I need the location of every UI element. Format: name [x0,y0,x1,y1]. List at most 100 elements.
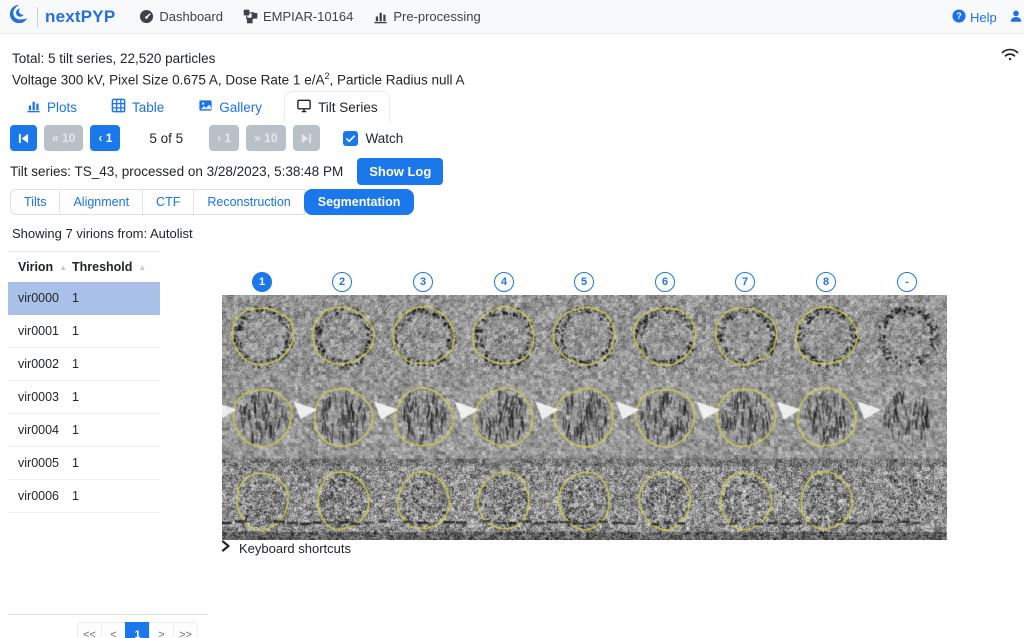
breadcrumb-label: Dashboard [159,9,223,24]
series-position: 5 of 5 [149,131,183,146]
virion-cell: vir0006 [8,489,72,503]
top-navbar: nextPYP Dashboard [0,0,1024,34]
watch-toggle[interactable]: Watch [343,131,404,146]
virion-cell: vir0003 [8,390,72,404]
watch-checkbox[interactable] [343,131,358,146]
dashboard-icon [139,9,154,24]
nextpyp-brand[interactable]: nextPYP [8,3,115,30]
header-label: Threshold [72,260,132,274]
table-footer-divider [8,614,208,615]
back-1-button[interactable]: ‹ 1 [90,125,120,151]
header-label: Virion [18,260,53,274]
breadcrumb-project[interactable]: EMPIAR-10164 [243,9,353,24]
virion-table-header: Virion ▲ Threshold ▲ [8,252,160,282]
forward-10-button[interactable]: » 10 [246,125,285,151]
bar-chart-icon [373,9,388,24]
virion-cell: vir0002 [8,357,72,371]
virion-cell: vir0005 [8,456,72,470]
tab-table[interactable]: Table [99,91,176,123]
acquisition-summary-text: Voltage 300 kV, Pixel Size 0.675 A, Dose… [12,73,324,88]
threshold-cell: 1 [72,489,79,503]
threshold-circle-3[interactable]: 3 [413,272,433,292]
threshold-cell: 1 [72,357,79,371]
table-row-vir0001[interactable]: vir0001 1 [8,315,160,348]
connection-status-icon [1000,46,1020,67]
threshold-cell: 1 [72,423,79,437]
virion-cell: vir0004 [8,423,72,437]
tab-label: Plots [47,100,77,115]
virion-cell: vir0000 [8,291,72,305]
header-threshold[interactable]: Threshold ▲ [72,260,146,274]
tilt-series-info: Tilt series: TS_43, processed on 3/28/20… [10,164,343,179]
tab-tilt-series[interactable]: Tilt Series [284,91,390,123]
tab-label: Gallery [219,100,262,115]
threshold-circle-7[interactable]: 7 [735,272,755,292]
threshold-cell: 1 [72,291,79,305]
threshold-circle-6[interactable]: 6 [655,272,675,292]
page-prev-button[interactable]: < [101,622,126,638]
chevron-right-icon [220,539,231,557]
tab-label: Table [132,100,164,115]
breadcrumb-dashboard[interactable]: Dashboard [139,9,223,24]
subtab-tilts[interactable]: Tilts [10,189,60,215]
user-menu[interactable]: user [1009,9,1024,26]
sort-icon[interactable]: ▲ [138,263,146,272]
breadcrumb-label: Pre-processing [393,9,480,24]
back-10-button[interactable]: « 10 [44,125,83,151]
first-series-button[interactable] [10,125,37,151]
project-sitemap-icon [243,9,258,24]
threshold-circle-1[interactable]: 1 [252,272,272,292]
svg-text:?: ? [956,11,961,21]
virion-segmentation-montage[interactable] [222,295,947,540]
subtab-alignment[interactable]: Alignment [59,189,143,215]
tab-plots[interactable]: Plots [14,91,89,123]
table-icon [111,98,126,116]
watch-label: Watch [366,131,404,146]
table-row-vir0003[interactable]: vir0003 1 [8,381,160,414]
stage-subtabs: Tilts Alignment CTF Reconstruction Segme… [10,189,414,215]
virion-pagination: << < 1 > >> [77,622,198,638]
tilt-series-icon [296,98,312,116]
threshold-circle-2[interactable]: 2 [332,272,352,292]
page-first-button[interactable]: << [77,622,102,638]
table-row-vir0000[interactable]: vir0000 1 [8,282,160,315]
skip-to-last-icon [301,133,312,144]
threshold-circle-5[interactable]: 5 [574,272,594,292]
threshold-cell: 1 [72,390,79,404]
tilt-series-info-row: Tilt series: TS_43, processed on 3/28/20… [10,158,443,185]
sort-icon[interactable]: ▲ [59,263,67,272]
view-tabbar: Plots Table Gallery [14,91,400,123]
user-icon [1009,9,1023,26]
threshold-circle-none[interactable]: - [897,272,917,292]
subtab-segmentation[interactable]: Segmentation [304,189,415,215]
last-series-button[interactable] [293,125,320,151]
forward-1-button[interactable]: › 1 [209,125,239,151]
navbar-right: ? Help user [952,0,1024,34]
threshold-circle-8[interactable]: 8 [816,272,836,292]
series-pager: « 10 ‹ 1 5 of 5 › 1 » 10 Watch [10,125,403,151]
page-last-button[interactable]: >> [173,622,198,638]
subtab-ctf[interactable]: CTF [142,189,194,215]
table-row-vir0005[interactable]: vir0005 1 [8,447,160,480]
threshold-cell: 1 [72,456,79,470]
keyboard-shortcuts-label: Keyboard shortcuts [239,541,351,556]
show-log-button[interactable]: Show Log [357,158,443,185]
table-row-vir0006[interactable]: vir0006 1 [8,480,160,513]
threshold-circle-4[interactable]: 4 [494,272,514,292]
page-next-button[interactable]: > [149,622,174,638]
acquisition-summary-text2: , Particle Radius null A [329,73,464,88]
checkmark-icon [345,133,356,144]
help-link[interactable]: ? Help [952,9,997,26]
breadcrumb-label: EMPIAR-10164 [263,9,353,24]
keyboard-shortcuts-toggle[interactable]: Keyboard shortcuts [220,539,351,557]
table-row-vir0002[interactable]: vir0002 1 [8,348,160,381]
virion-cell: vir0001 [8,324,72,338]
threshold-cell: 1 [72,324,79,338]
header-virion[interactable]: Virion ▲ [8,260,72,274]
breadcrumb: Dashboard EMPIAR-10164 [139,9,480,24]
tab-gallery[interactable]: Gallery [186,91,274,123]
table-row-vir0004[interactable]: vir0004 1 [8,414,160,447]
breadcrumb-preprocessing[interactable]: Pre-processing [373,9,480,24]
page-1-button[interactable]: 1 [125,622,150,638]
subtab-reconstruction[interactable]: Reconstruction [193,189,304,215]
